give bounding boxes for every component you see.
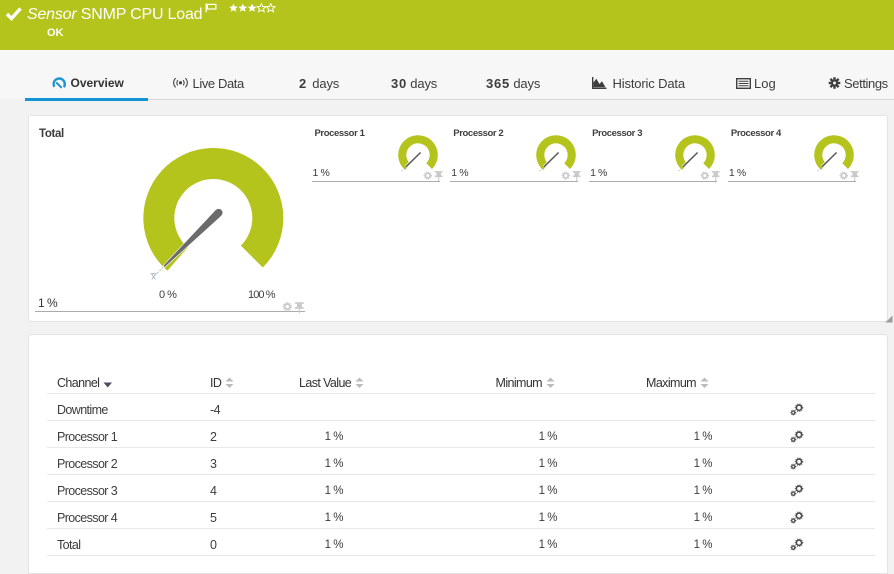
svg-text:x: x (151, 272, 156, 283)
